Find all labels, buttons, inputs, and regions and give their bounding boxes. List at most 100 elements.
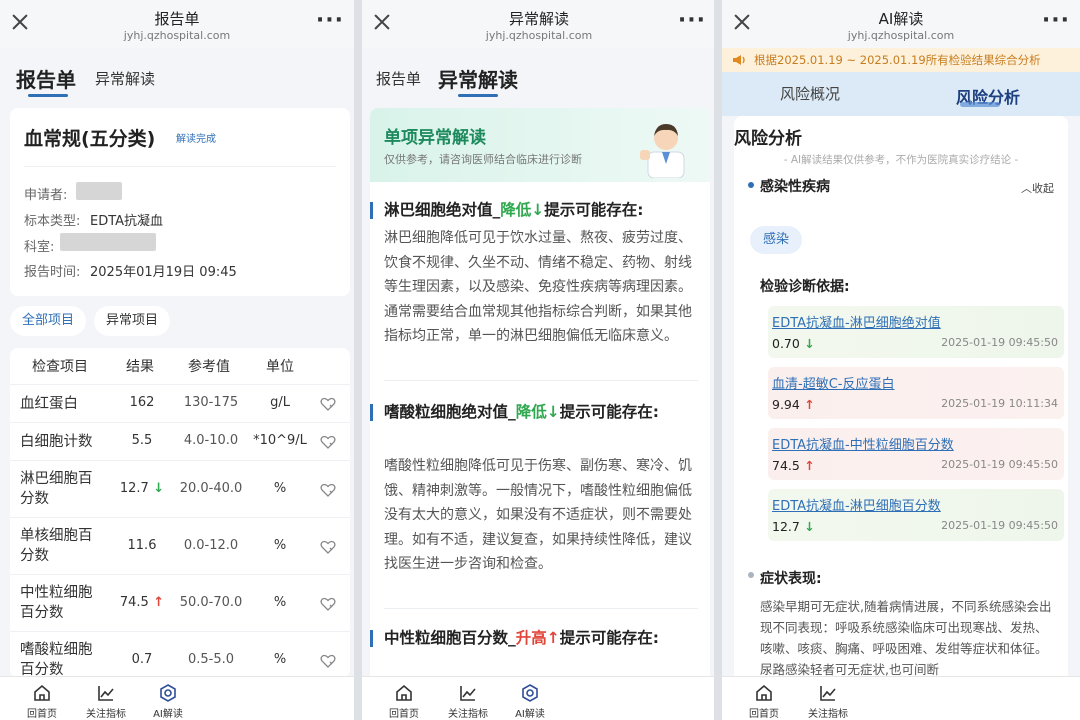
blurred-value — [76, 182, 122, 200]
nav-watch[interactable]: 关注指标 — [76, 683, 136, 720]
table-row[interactable]: 白细胞计数 5.5 4.0-10.0 *10^9/L — [10, 422, 350, 460]
row-result: 11.6 — [118, 538, 166, 553]
section-text: 淋巴细胞降低可见于饮水过量、熬夜、疲劳过度、饮食不规律、久坐不动、情绪不稳定、药… — [384, 230, 692, 344]
table-row[interactable]: 单核细胞百分数 11.6 0.0-12.0% — [10, 517, 350, 574]
arrow-up-icon: ↑ — [799, 397, 815, 412]
row-item-name[interactable]: 嗜酸粒细胞百分数 — [20, 640, 104, 678]
tab-abnormal[interactable]: 异常解读 — [95, 68, 155, 89]
row-result: 74.5 ↑ — [118, 595, 166, 610]
more-icon[interactable]: ··· — [316, 10, 344, 32]
tab-risk-overview[interactable]: 风险概况 — [780, 83, 840, 104]
evidence-value: 12.7 ↓ — [772, 519, 815, 534]
row-item-name[interactable]: 白细胞计数 — [20, 432, 104, 452]
doctor-avatar-icon — [640, 124, 685, 178]
heading-text: 中性粒细胞百分数_ — [384, 629, 516, 647]
header-subtitle: 仅供参考，请咨询医师结合临床进行诊断 — [384, 153, 582, 166]
heart-icon[interactable] — [320, 434, 336, 450]
heading-text: 淋巴细胞绝对值_ — [384, 201, 501, 219]
section-heading: 淋巴细胞绝对值_降低↓提示可能存在: — [370, 198, 698, 223]
heart-icon[interactable] — [320, 596, 336, 612]
heart-icon[interactable] — [320, 653, 336, 669]
divider — [714, 0, 722, 720]
result-table: 检查项目 结果 参考值 单位 血红蛋白 162 130-175 g/L 白细胞计数 5.5… — [10, 348, 350, 678]
nav-home[interactable]: 回首页 — [12, 683, 72, 720]
more-icon[interactable]: ··· — [678, 10, 706, 32]
row-item-name[interactable]: 中性粒细胞百分数 — [20, 583, 104, 623]
evidence-item[interactable]: EDTA抗凝血-淋巴细胞绝对值 0.70 ↓ 2025-01-19 09:45:50 — [768, 306, 1064, 358]
row-item-name[interactable]: 单核细胞百分数 — [20, 526, 104, 566]
report-card: 血常规(五分类) 解读完成 申请者: 标本类型: EDTA抗凝血 科室: 报告时… — [10, 108, 350, 296]
nav-watch[interactable]: 关注指标 — [798, 683, 858, 720]
heading-text: 提示可能存在: — [559, 403, 659, 421]
evidence-date: 2025-01-19 10:11:34 — [941, 397, 1058, 410]
evidence-link[interactable]: 血清-超敏C-反应蛋白 — [772, 373, 894, 392]
bottom-nav: 回首页 关注指标 AI解读 — [362, 676, 716, 720]
row-item-name[interactable]: 血红蛋白 — [20, 394, 104, 414]
evidence-value: 74.5 ↑ — [772, 458, 815, 473]
arrow-down-icon: ↓ — [546, 403, 560, 421]
col-header: 结果 — [126, 359, 154, 375]
table-row[interactable]: 血红蛋白 162 130-175 g/L — [10, 384, 350, 422]
heart-icon[interactable] — [320, 539, 336, 555]
table-row[interactable]: 淋巴细胞百分数 12.7 ↓ 20.0-40.0% — [10, 460, 350, 517]
heart-icon[interactable] — [320, 396, 336, 412]
nav-home[interactable]: 回首页 — [374, 683, 434, 720]
divider — [384, 380, 698, 381]
nav-home[interactable]: 回首页 — [734, 683, 794, 720]
evidence-link[interactable]: EDTA抗凝血-淋巴细胞百分数 — [772, 495, 941, 514]
table-row[interactable]: 嗜酸粒细胞百分数 0.7 0.5-5.0% — [10, 631, 350, 678]
tab-report[interactable]: 报告单 — [16, 64, 76, 93]
heading-flag: 降低 — [515, 403, 547, 421]
nav-ai[interactable]: AI解读 — [138, 683, 198, 720]
evidence-item[interactable]: 血清-超敏C-反应蛋白 9.94 ↑ 2025-01-19 10:11:34 — [768, 367, 1064, 419]
tab-report[interactable]: 报告单 — [376, 68, 421, 89]
field-sample-label: 标本类型: — [24, 214, 81, 229]
nav-label: 关注指标 — [808, 709, 848, 720]
row-unit: % — [273, 537, 287, 553]
row-item-name[interactable]: 淋巴细胞百分数 — [20, 469, 104, 509]
header-title: 单项异常解读 — [384, 128, 486, 148]
heart-icon[interactable] — [320, 482, 336, 498]
collapse-label: 收起 — [1032, 182, 1054, 195]
evidence-item[interactable]: EDTA抗凝血-中性粒细胞百分数 74.5 ↑ 2025-01-19 09:45:5… — [768, 428, 1064, 480]
home-icon — [396, 684, 412, 701]
chart-line-icon — [460, 686, 476, 701]
active-tab-underline — [960, 102, 1000, 107]
row-result: 5.5 — [118, 433, 166, 448]
nav-label: 回首页 — [389, 709, 419, 720]
window-url: jyhj.qzhospital.com — [123, 29, 231, 42]
nav-watch[interactable]: 关注指标 — [438, 683, 498, 720]
window-title: AI解读 — [878, 10, 924, 28]
notice-banner: 根据2025.01.19 ~ 2025.01.19所有检验结果综合分析 — [722, 48, 1080, 72]
row-ref: 50.0-70.0 — [179, 594, 243, 610]
evidence-link[interactable]: EDTA抗凝血-淋巴细胞绝对值 — [772, 312, 941, 331]
field-sample-value: EDTA抗凝血 — [90, 214, 164, 229]
collapse-button[interactable]: ︿收起 — [1021, 180, 1054, 196]
divider — [354, 0, 362, 720]
row-ref: 20.0-40.0 — [179, 480, 243, 496]
more-icon[interactable]: ··· — [1042, 10, 1070, 32]
result-value: 162 — [129, 395, 155, 410]
tab-abnormal[interactable]: 异常解读 — [438, 64, 518, 93]
arrow-down-icon: ↓ — [799, 336, 815, 351]
result-value: 11.6 — [127, 537, 157, 553]
result-value: 0.7 — [131, 651, 153, 667]
home-icon — [34, 684, 50, 701]
speaker-icon — [733, 55, 745, 65]
window-url: jyhj.qzhospital.com — [847, 29, 955, 42]
table-row[interactable]: 中性粒细胞百分数 74.5 ↑ 50.0-70.0% — [10, 574, 350, 631]
report-screen: 报告单 jyhj.qzhospital.com ··· 报告单 异常解读 血常规… — [0, 0, 354, 720]
row-ref: 0.5-5.0 — [187, 651, 235, 667]
filter-all[interactable]: 全部项目 — [10, 306, 87, 336]
nav-ai[interactable]: AI解读 — [500, 683, 560, 720]
nav-label: 回首页 — [749, 709, 779, 720]
top-bar: AI解读 jyhj.qzhospital.com ··· — [722, 0, 1080, 48]
evidence-item[interactable]: EDTA抗凝血-淋巴细胞百分数 12.7 ↓ 2025-01-19 09:45:50 — [768, 489, 1064, 541]
abnormal-header: 单项异常解读 仅供参考，请咨询医师结合临床进行诊断 — [370, 108, 710, 182]
filter-abnormal[interactable]: 异常项目 — [94, 306, 171, 336]
col-header: 检查项目 — [32, 359, 88, 375]
evidence-link[interactable]: EDTA抗凝血-中性粒细胞百分数 — [772, 434, 954, 453]
row-ref: 0.0-12.0 — [183, 537, 239, 553]
divider — [24, 166, 336, 167]
window-url: jyhj.qzhospital.com — [485, 29, 593, 42]
